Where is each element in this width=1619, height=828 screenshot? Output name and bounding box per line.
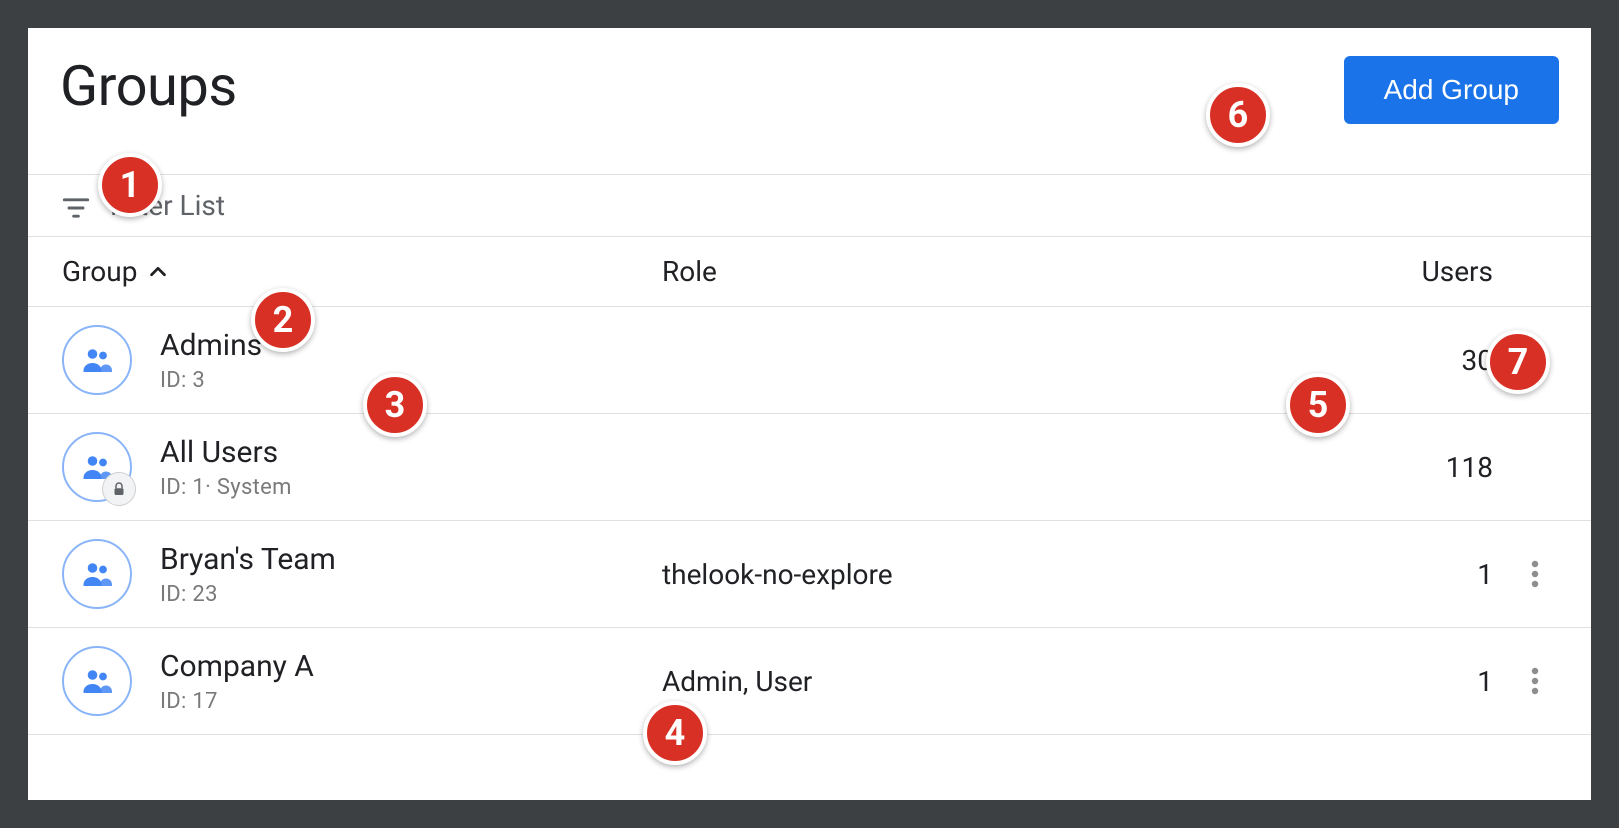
- filter-bar[interactable]: Filter List: [28, 174, 1591, 237]
- callout-1: 1: [98, 153, 162, 217]
- sort-ascending-icon: [147, 261, 169, 283]
- callout-4: 4: [643, 701, 707, 765]
- group-name: All Users: [160, 435, 292, 471]
- group-cell: Admins ID: 3: [62, 325, 662, 395]
- group-subtext: ID: 23: [160, 582, 336, 607]
- column-header-role[interactable]: Role: [662, 255, 1253, 288]
- table-row[interactable]: Company A ID: 17 Admin, User1: [28, 628, 1591, 735]
- group-avatar-icon: [62, 646, 132, 716]
- group-avatar-icon: [62, 325, 132, 395]
- filter-icon: [62, 194, 90, 218]
- role-cell: thelook-no-explore: [662, 558, 1253, 591]
- row-actions-button[interactable]: [1525, 553, 1545, 595]
- group-cell: Company A ID: 17: [62, 646, 662, 716]
- groups-panel: Groups Add Group Filter List Group Role …: [28, 28, 1591, 800]
- lock-icon: [102, 472, 136, 506]
- page-header: Groups Add Group: [28, 28, 1591, 124]
- table-row[interactable]: Bryan's Team ID: 23 thelook-no-explore1: [28, 521, 1591, 628]
- users-cell: 30: [1253, 344, 1513, 377]
- callout-3: 3: [363, 373, 427, 437]
- group-name: Bryan's Team: [160, 542, 336, 578]
- users-cell: 1: [1253, 665, 1513, 698]
- column-header-users[interactable]: Users: [1253, 255, 1513, 288]
- group-name: Company A: [160, 649, 314, 685]
- column-header-group[interactable]: Group: [62, 255, 662, 288]
- table-row[interactable]: All Users ID: 1· System 118: [28, 414, 1591, 521]
- group-avatar-icon: [62, 539, 132, 609]
- users-cell: 1: [1253, 558, 1513, 591]
- group-subtext: ID: 1· System: [160, 475, 292, 500]
- callout-2: 2: [251, 288, 315, 352]
- role-cell: Admin, User: [662, 665, 1253, 698]
- group-subtext: ID: 3: [160, 368, 262, 393]
- add-group-button[interactable]: Add Group: [1344, 56, 1559, 124]
- group-name: Admins: [160, 328, 262, 364]
- row-actions-button[interactable]: [1525, 660, 1545, 702]
- group-cell: All Users ID: 1· System: [62, 432, 662, 502]
- users-cell: 118: [1253, 451, 1513, 484]
- group-cell: Bryan's Team ID: 23: [62, 539, 662, 609]
- callout-5: 5: [1286, 373, 1350, 437]
- page-title: Groups: [60, 56, 237, 118]
- group-avatar-icon: [62, 432, 132, 502]
- group-subtext: ID: 17: [160, 689, 314, 714]
- callout-7: 7: [1486, 330, 1550, 394]
- callout-6: 6: [1206, 83, 1270, 147]
